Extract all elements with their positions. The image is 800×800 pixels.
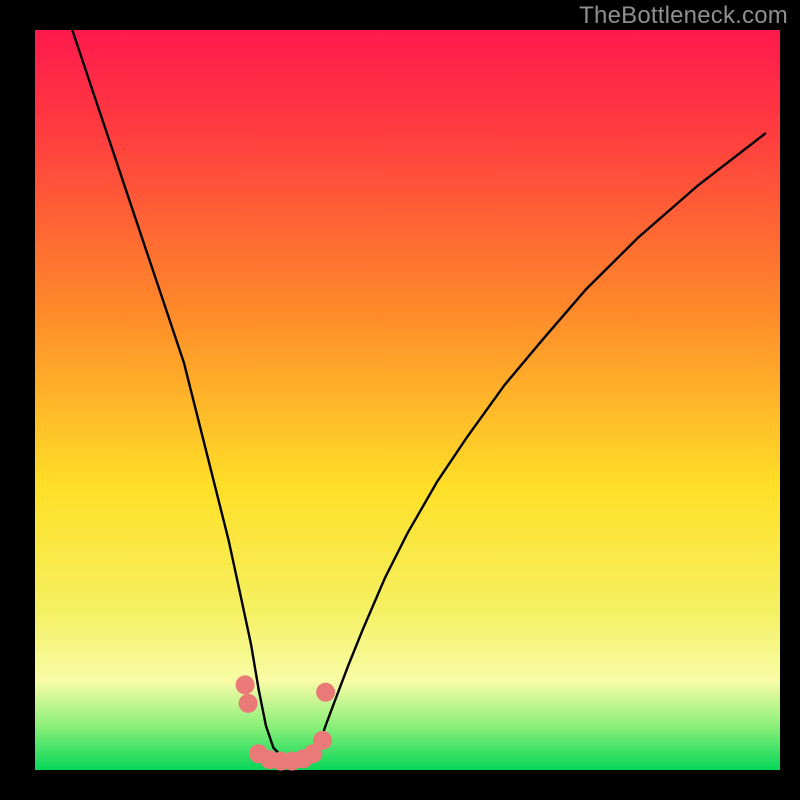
marker-dot [236,675,255,694]
watermark-text: TheBottleneck.com [579,2,788,30]
marker-dot [313,731,332,750]
plot-background [35,30,780,770]
marker-dot [316,683,335,702]
chart-frame: { "watermark": "TheBottleneck.com", "col… [0,0,800,800]
bottleneck-chart [0,0,800,800]
marker-dot [239,694,258,713]
